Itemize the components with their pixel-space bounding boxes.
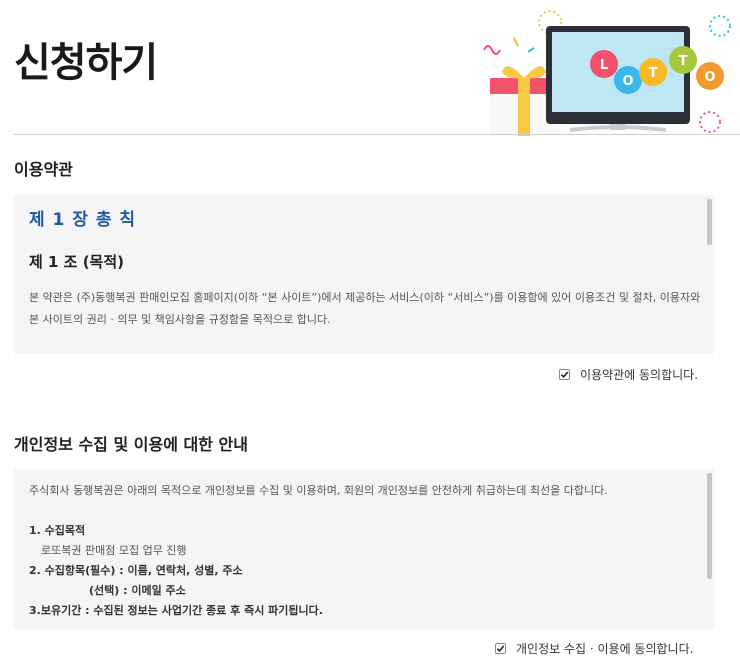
lotto-ball-letter: T	[679, 54, 688, 69]
privacy-item1-detail: 로또복권 판매점 모집 업무 진행	[41, 544, 187, 557]
privacy-item2-title: 2. 수집항목(필수) : 이름, 연락처, 성별, 주소	[29, 564, 243, 577]
chapter-title: 제 1 장 총 칙	[29, 210, 137, 230]
checkmark-icon	[496, 645, 505, 653]
terms-agree-checkbox[interactable]	[559, 369, 570, 380]
terms-agree-label: 이용약관에 동의합니다.	[580, 368, 699, 382]
privacy-intro: 주식회사 동행복권은 아래의 목적으로 개인정보를 수집 및 이용하며, 회원의…	[29, 484, 608, 497]
privacy-agree-row[interactable]: 개인정보 수집 · 이용에 동의합니다.	[495, 640, 693, 657]
privacy-item2-optional: (선택) : 이메일 주소	[89, 584, 186, 597]
privacy-item1-title: 1. 수집목적	[29, 524, 86, 537]
decor-circle-icon	[699, 111, 721, 133]
checkmark-icon	[560, 371, 569, 379]
terms-scroll-box[interactable]: 제 1 장 총 칙 제 1 조 (목적) 본 약관은 (주)동행복권 판매인모집…	[14, 195, 714, 354]
terms-agree-row[interactable]: 이용약관에 동의합니다.	[559, 366, 698, 383]
page-title: 신청하기	[14, 40, 158, 86]
privacy-scroll-box[interactable]: 주식회사 동행복권은 아래의 목적으로 개인정보를 수집 및 이용하며, 회원의…	[14, 469, 714, 629]
confetti-icon	[513, 37, 519, 47]
lotto-ball-letter: O	[622, 74, 633, 89]
confetti-icon	[527, 47, 535, 53]
privacy-scrollbar[interactable]	[707, 473, 712, 579]
header-divider	[14, 134, 740, 135]
privacy-section-title: 개인정보 수집 및 이용에 대한 안내	[14, 435, 248, 454]
privacy-item3-title: 3.보유기간 : 수집된 정보는 사업기간 종료 후 즉시 파기됩니다.	[29, 604, 323, 617]
privacy-agree-checkbox[interactable]	[495, 643, 506, 654]
privacy-agree-label: 개인정보 수집 · 이용에 동의합니다.	[516, 642, 694, 656]
lotto-ball-letter: O	[704, 70, 715, 85]
ribbon-squiggle-icon	[483, 45, 501, 55]
lotto-ball-letter: L	[600, 58, 608, 73]
article-title: 제 1 조 (목적)	[29, 253, 125, 271]
terms-scrollbar[interactable]	[707, 199, 712, 245]
terms-section-title: 이용약관	[14, 160, 73, 179]
lotto-ball-letter: T	[649, 66, 658, 81]
lotto-hero-illustration: L O T T O	[483, 10, 731, 136]
privacy-content: 주식회사 동행복권은 아래의 목적으로 개인정보를 수집 및 이용하며, 회원의…	[29, 481, 701, 621]
decor-circle-icon	[709, 15, 731, 37]
article-body: 본 약관은 (주)동행복권 판매인모집 홈페이지(이하 “본 사이트”)에서 제…	[29, 291, 701, 326]
